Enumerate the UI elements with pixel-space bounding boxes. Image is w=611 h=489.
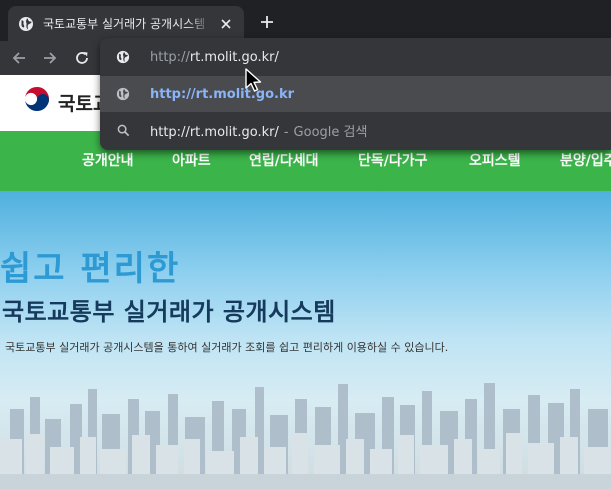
address-bar[interactable]: http://rt.molit.go.kr/ [100, 38, 611, 76]
tab-title: 국토교통부 실거래가 공개시스템 [43, 17, 206, 31]
search-icon [116, 123, 130, 137]
forward-button[interactable] [40, 48, 60, 68]
nav-item-disclosure[interactable]: 공개안내 [82, 150, 134, 170]
hero-banner: 쉽고 편리한 국토교통부 실거래가 공개시스템 국토교통부 실거래가 공개시스템… [0, 191, 611, 489]
nav-item-apartment[interactable]: 아파트 [172, 150, 211, 170]
back-button[interactable] [9, 48, 29, 68]
nav-item-detached-house[interactable]: 단독/다가구 [358, 150, 428, 170]
suggestion-search-text: http://rt.molit.go.kr/- Google 검색 [150, 121, 367, 140]
browser-tab[interactable]: 국토교통부 실거래가 공개시스템 [8, 6, 244, 41]
mouse-cursor-icon [245, 68, 262, 92]
reload-icon [76, 52, 88, 64]
globe-icon [19, 16, 33, 31]
omnibox-dropdown: http://rt.molit.go.kr/ http://rt.molit.g… [100, 38, 611, 150]
url-host: rt.molit.go.kr/ [189, 49, 279, 65]
globe-icon [116, 87, 130, 101]
taeguk-emblem-icon[interactable] [22, 85, 52, 115]
nav-item-presale[interactable]: 분양/입주 [560, 150, 611, 170]
city-skyline-image [0, 383, 611, 489]
plus-icon [261, 16, 273, 28]
suggestion-separator: - [283, 124, 289, 140]
reload-button[interactable] [72, 48, 92, 68]
url-scheme: http:// [150, 49, 190, 65]
hero-subtitle: 쉽고 편리한 [0, 249, 181, 289]
tab-strip: 국토교통부 실거래가 공개시스템 [0, 0, 611, 41]
new-tab-button[interactable] [256, 11, 278, 33]
address-input[interactable]: http://rt.molit.go.kr/ [150, 50, 279, 65]
hero-description: 국토교통부 실거래가 공개시스템을 통하여 실거래가 조회를 쉽고 편리하게 이… [5, 341, 449, 354]
arrow-right-icon [44, 52, 57, 64]
nav-item-officetel[interactable]: 오피스텔 [469, 150, 521, 170]
close-tab-icon[interactable] [218, 16, 234, 32]
globe-icon [116, 50, 130, 64]
suggestion-query: http://rt.molit.go.kr/ [150, 124, 279, 140]
suggestion-description: Google 검색 [293, 124, 368, 140]
suggestion-url-text: http://rt.molit.go.kr [150, 86, 295, 102]
hero-title: 국토교통부 실거래가 공개시스템 [2, 298, 336, 326]
suggestion-url[interactable]: http://rt.molit.go.kr [100, 76, 611, 112]
arrow-left-icon [12, 52, 25, 64]
nav-item-rowhouse[interactable]: 연립/다세대 [249, 150, 319, 170]
suggestion-search[interactable]: http://rt.molit.go.kr/- Google 검색 [100, 112, 611, 148]
